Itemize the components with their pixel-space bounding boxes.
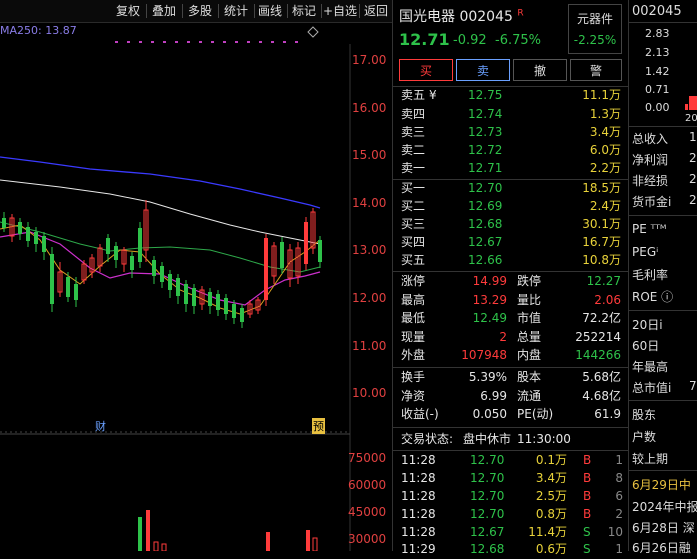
strip-non-recurring[interactable]: 非经损 <box>632 172 668 189</box>
sell-level[interactable]: 卖五 ¥ 12.75 11.1万 <box>393 86 629 105</box>
quote-panel: 国光电器 002045 R 12.71 -0.92 -6.75% 元器件 -2.… <box>392 0 629 556</box>
strip-axis-label: 1.42 <box>645 65 670 78</box>
trading-status: 交易状态: 盘中休市 11:30:00 <box>401 432 571 446</box>
strip-revenue[interactable]: 总收入 <box>632 130 668 147</box>
finance-marker[interactable]: 财 <box>95 418 106 434</box>
price-axis-label: 14.00 <box>352 196 387 210</box>
strip-axis-label: 2.83 <box>645 27 670 40</box>
sector-name: 元器件 <box>576 12 613 26</box>
toolbar-multi-stock-button[interactable]: 多股 <box>184 0 216 22</box>
strip-cash[interactable]: 货币金i <box>632 193 671 210</box>
sector-box[interactable]: 元器件 -2.25% <box>568 4 622 54</box>
tick-row: 11:28 12.70 0.8万 B 2 <box>401 507 623 521</box>
strip-news-item[interactable]: 2024年中报 <box>632 498 697 515</box>
strip-gross-margin[interactable]: 毛利率 <box>632 266 668 283</box>
kline-svg <box>0 26 351 551</box>
kline-chart[interactable]: MA250: 13.87 17.00 16.00 15.00 14.00 13.… <box>0 22 392 551</box>
stat-row: 最低 12.49 市值 72.2亿 <box>401 311 621 325</box>
strip-market-cap[interactable]: 总市值i <box>632 379 671 396</box>
strip-pe-ttm[interactable]: PE ᵀᵀᴹ <box>632 222 666 236</box>
strip-axis-tail: 20 <box>685 113 697 124</box>
strip-roe[interactable]: ROE ⓘ <box>632 288 673 305</box>
strip-shareholders[interactable]: 股东 <box>632 406 656 423</box>
stat-row: 涨停 14.99 跌停 12.27 <box>401 274 621 288</box>
buy-button[interactable]: 买 <box>399 59 453 81</box>
alert-button[interactable]: 警 <box>570 59 622 81</box>
volume-axis-label: 45000 <box>348 505 387 519</box>
price-axis-label: 10.00 <box>352 386 387 400</box>
buy-level[interactable]: 买二 12.69 2.4万 <box>393 197 629 216</box>
price-change: -0.92 <box>453 33 487 48</box>
stat-row: 现量 2 总量 252214 <box>401 330 621 344</box>
toolbar-add-watchlist-button[interactable]: +自选 <box>322 0 358 22</box>
price-axis-label: 16.00 <box>352 101 387 115</box>
stock-name: 国光电器 <box>399 9 455 25</box>
fundamentals-strip: 002045 2.83 2.13 1.42 0.71 0.00 20 总收入 1… <box>628 0 697 555</box>
sector-change: -2.25% <box>573 33 617 47</box>
price-axis-label: 15.00 <box>352 148 387 162</box>
chart-toolbar: 复权 叠加 多股 统计 画线 标记 +自选 返回 <box>0 0 392 23</box>
price-axis-label: 13.00 <box>352 243 387 257</box>
sell-level[interactable]: 卖三 12.73 3.4万 <box>393 123 629 142</box>
toolbar-fuquan-button[interactable]: 复权 <box>112 0 144 22</box>
strip-vs-prev[interactable]: 较上期 <box>632 450 668 467</box>
volume-axis-label: 30000 <box>348 532 387 546</box>
tick-row: 11:29 12.68 0.6万 S 1 <box>401 542 623 556</box>
buy-level[interactable]: 买四 12.67 16.7万 <box>393 233 629 252</box>
strip-axis-label: 2.13 <box>645 46 670 59</box>
sell-level[interactable]: 卖一 12.71 2.2万 <box>393 159 629 178</box>
buy-level[interactable]: 买一 12.70 18.5万 <box>393 179 629 198</box>
toolbar-mark-button[interactable]: 标记 <box>289 0 319 22</box>
margin-badge: R <box>517 8 524 19</box>
cancel-order-button[interactable]: 撤 <box>513 59 567 81</box>
stat-row: 外盘 107948 内盘 144266 <box>401 348 621 362</box>
strip-year-high[interactable]: 年最高 <box>632 358 668 375</box>
toolbar-draw-line-button[interactable]: 画线 <box>256 0 284 22</box>
volume-axis-label: 75000 <box>348 451 387 465</box>
strip-households[interactable]: 户数 <box>632 428 656 445</box>
strip-axis-label: 0.00 <box>645 101 670 114</box>
sell-level[interactable]: 卖二 12.72 6.0万 <box>393 141 629 160</box>
volume-axis-label: 60000 <box>348 478 387 492</box>
stock-title: 国光电器 002045 R <box>399 6 524 26</box>
price-axis-label: 11.00 <box>352 339 387 353</box>
buy-level[interactable]: 买五 12.66 10.8万 <box>393 251 629 270</box>
tick-row: 11:28 12.70 2.5万 B 6 <box>401 489 623 503</box>
price-change-pct: -6.75% <box>495 33 541 48</box>
sell-level[interactable]: 卖四 12.74 1.3万 <box>393 105 629 124</box>
strip-60d[interactable]: 60日 <box>632 337 659 354</box>
strip-bar <box>689 96 697 110</box>
current-price: 12.71 <box>399 30 450 49</box>
sell-button[interactable]: 卖 <box>456 59 510 81</box>
stat-row: 收益(-) 0.050 PE(动) 61.9 <box>401 407 621 421</box>
strip-news-item[interactable]: 6月26日融 <box>632 539 691 556</box>
toolbar-overlay-button[interactable]: 叠加 <box>148 0 180 22</box>
strip-net-profit[interactable]: 净利润 <box>632 151 668 168</box>
strip-peg[interactable]: PEGⁱ <box>632 245 658 259</box>
stat-row: 换手 5.39% 股本 5.68亿 <box>401 370 621 384</box>
buy-level[interactable]: 买三 12.68 30.1万 <box>393 215 629 234</box>
tick-row: 11:28 12.70 0.1万 B 1 <box>401 453 623 467</box>
toolbar-stats-button[interactable]: 统计 <box>220 0 252 22</box>
stock-code: 002045 <box>459 9 513 25</box>
price-axis-label: 12.00 <box>352 291 387 305</box>
forecast-marker[interactable]: 预 <box>312 418 325 434</box>
strip-news-item[interactable]: 6月28日 深 <box>632 519 695 536</box>
stat-row: 最高 13.29 量比 2.06 <box>401 293 621 307</box>
stat-row: 净资 6.99 流通 4.68亿 <box>401 389 621 403</box>
price-axis-label: 17.00 <box>352 53 387 67</box>
strip-code: 002045 <box>632 4 682 19</box>
strip-20d[interactable]: 20日i <box>632 316 663 333</box>
toolbar-back-button[interactable]: 返回 <box>361 0 391 22</box>
strip-axis-label: 0.71 <box>645 83 670 96</box>
strip-news-item[interactable]: 6月29日中 <box>632 476 691 493</box>
tick-row: 11:28 12.70 3.4万 B 8 <box>401 471 623 485</box>
